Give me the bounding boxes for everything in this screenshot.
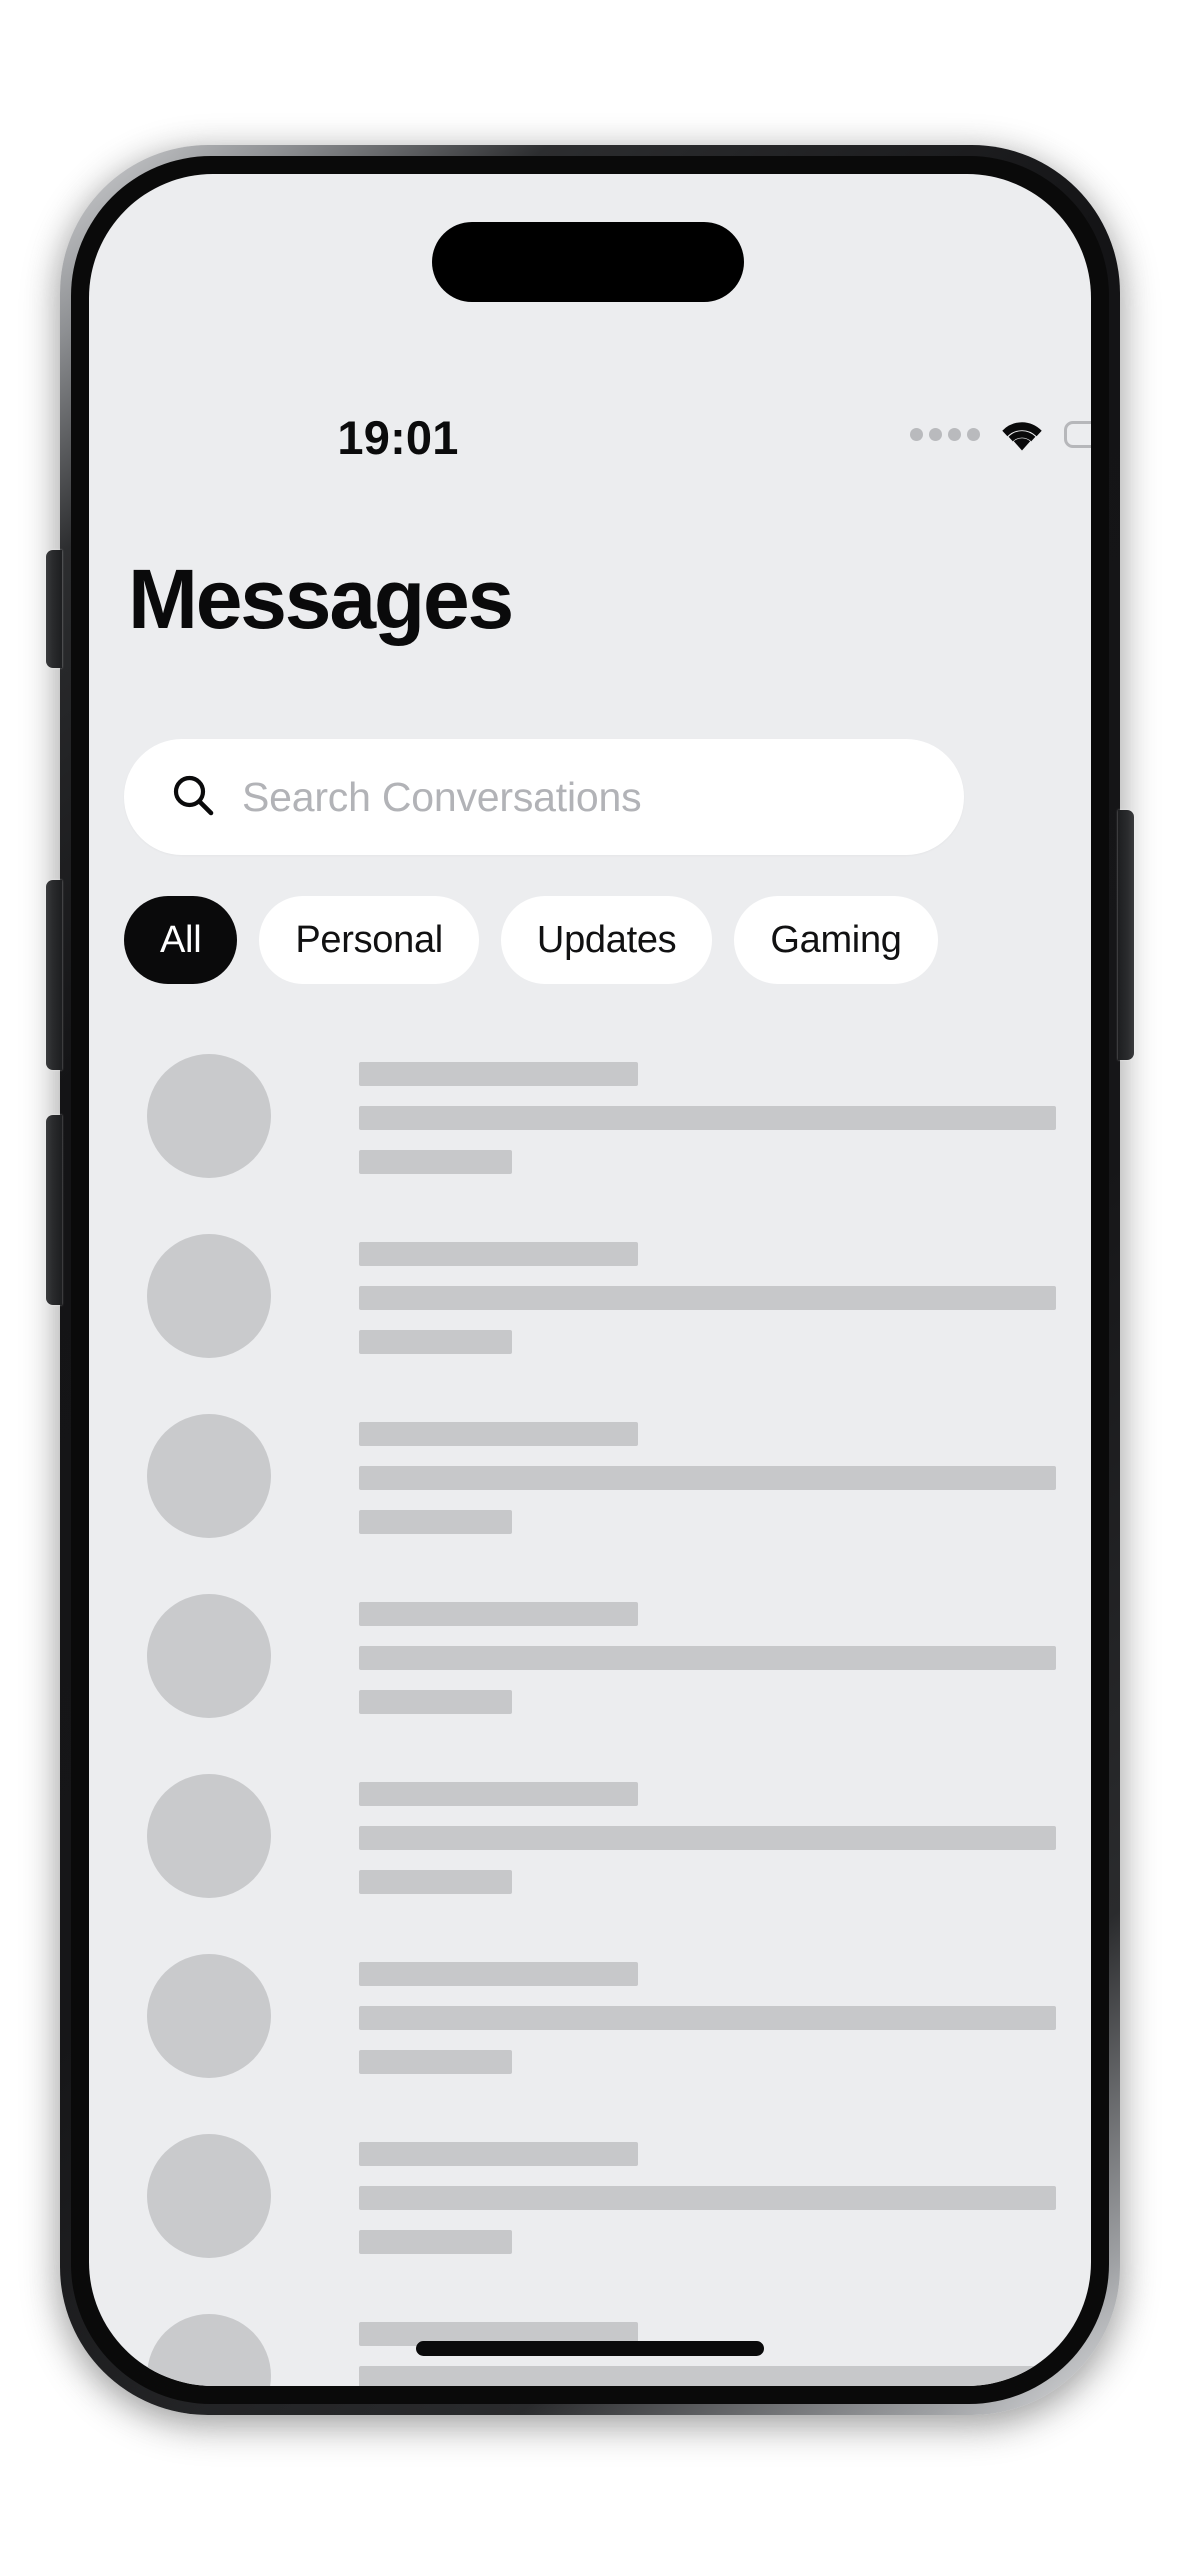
action-button[interactable] — [46, 550, 62, 668]
skeleton-lines — [359, 1062, 1056, 1174]
skeleton-bar — [359, 2230, 513, 2254]
filter-chip-gaming[interactable]: Gaming — [734, 896, 938, 984]
status-bar: 19:01 — [178, 388, 1091, 484]
skeleton-bar — [359, 2186, 1056, 2210]
avatar — [147, 2134, 271, 2258]
home-indicator[interactable] — [416, 2341, 764, 2356]
skeleton-lines — [359, 1782, 1056, 1894]
skeleton-bar — [359, 1826, 1056, 1850]
skeleton-bar — [359, 2366, 1056, 2386]
skeleton-bar — [359, 1062, 638, 1086]
status-time: 19:01 — [337, 411, 459, 464]
filter-chip-updates[interactable]: Updates — [500, 896, 713, 984]
skeleton-bar — [359, 1422, 638, 1446]
skeleton-lines — [359, 1962, 1056, 2074]
list-item[interactable] — [89, 1396, 1091, 1576]
search-placeholder: Search Conversations — [242, 773, 642, 820]
search-icon — [170, 772, 216, 823]
cellular-dots-icon — [910, 427, 980, 441]
skeleton-bar — [359, 1466, 1056, 1490]
list-item[interactable] — [89, 2116, 1091, 2296]
filter-chip-all[interactable]: All — [124, 896, 238, 984]
status-indicators — [910, 416, 1091, 452]
list-item[interactable] — [89, 1036, 1091, 1216]
screenshot-stage: 19:01 Messages Search Conversations All … — [0, 0, 1179, 2556]
skeleton-bar — [359, 2006, 1056, 2030]
skeleton-bar — [359, 1150, 513, 1174]
messages-app: 19:01 Messages Search Conversations All … — [89, 174, 1091, 2386]
skeleton-bar — [359, 1602, 638, 1626]
list-item[interactable] — [89, 1756, 1091, 1936]
skeleton-bar — [359, 1646, 1056, 1670]
volume-up-button[interactable] — [46, 880, 62, 1070]
skeleton-bar — [359, 1782, 638, 1806]
skeleton-lines — [359, 1242, 1056, 1354]
conversation-list[interactable] — [89, 1036, 1091, 2386]
skeleton-bar — [359, 1510, 513, 1534]
wifi-icon — [997, 416, 1047, 452]
skeleton-lines — [359, 1602, 1056, 1714]
filter-chip-personal[interactable]: Personal — [259, 896, 479, 984]
avatar — [147, 1594, 271, 1718]
skeleton-bar — [359, 1962, 638, 1986]
skeleton-bar — [359, 1242, 638, 1266]
skeleton-bar — [359, 1870, 513, 1894]
battery-icon — [1064, 420, 1091, 448]
power-button[interactable] — [1118, 810, 1134, 1060]
skeleton-bar — [359, 1690, 513, 1714]
skeleton-bar — [359, 1106, 1056, 1130]
filter-chip-row: All Personal Updates Gaming — [124, 896, 938, 984]
avatar — [147, 1234, 271, 1358]
dynamic-island — [432, 222, 744, 302]
list-item[interactable] — [89, 1576, 1091, 1756]
skeleton-bar — [359, 1330, 513, 1354]
phone-screen: 19:01 Messages Search Conversations All … — [89, 174, 1091, 2386]
avatar — [147, 1774, 271, 1898]
avatar — [147, 2314, 271, 2386]
skeleton-bar — [359, 1286, 1056, 1310]
page-title: Messages — [128, 552, 514, 646]
avatar — [147, 1414, 271, 1538]
skeleton-bar — [359, 2142, 638, 2166]
skeleton-lines — [359, 2142, 1056, 2254]
volume-down-button[interactable] — [46, 1115, 62, 1305]
avatar — [147, 1954, 271, 2078]
skeleton-lines — [359, 1422, 1056, 1534]
list-item[interactable] — [89, 1936, 1091, 2116]
list-item[interactable] — [89, 1216, 1091, 1396]
skeleton-bar — [359, 2050, 513, 2074]
search-input[interactable]: Search Conversations — [124, 739, 964, 855]
avatar — [147, 1054, 271, 1178]
